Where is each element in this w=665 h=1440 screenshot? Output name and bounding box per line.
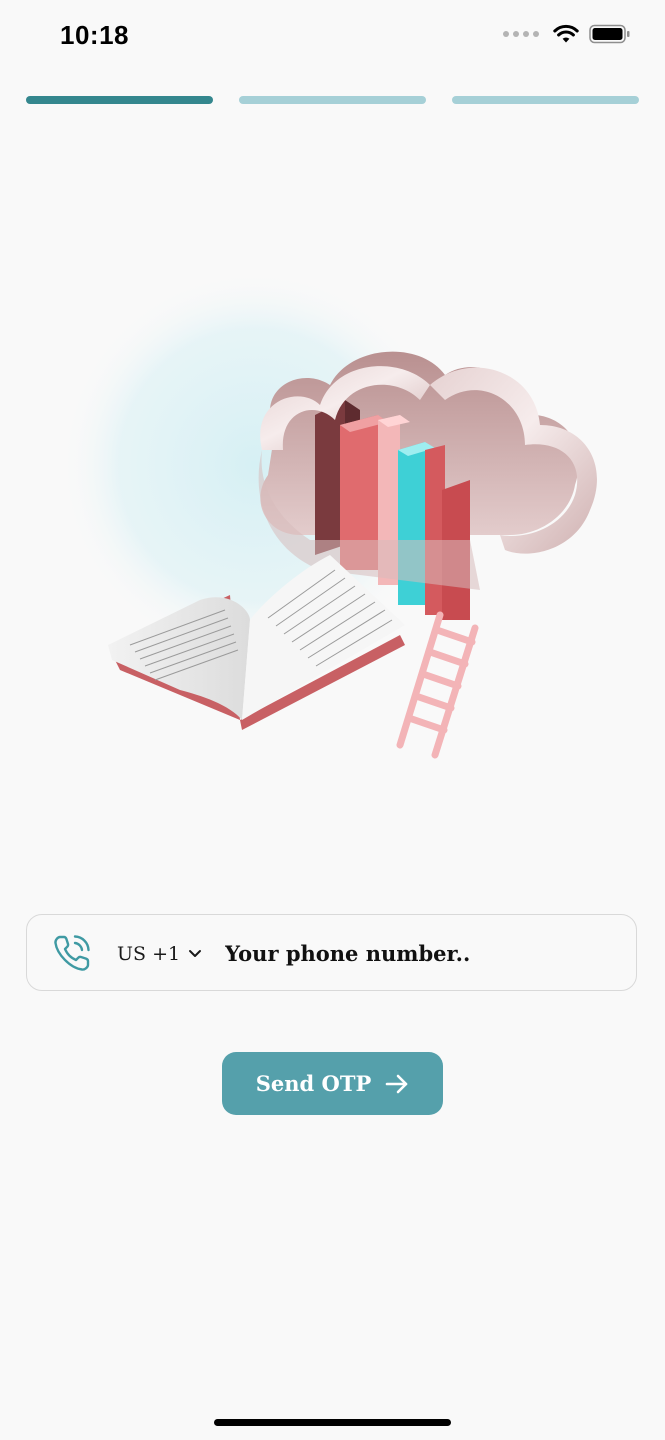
send-otp-button[interactable]: Send OTP xyxy=(222,1052,443,1115)
cloud-library-illustration xyxy=(60,270,597,759)
battery-icon xyxy=(589,24,630,44)
wifi-icon xyxy=(553,24,579,43)
ladder-icon xyxy=(396,611,479,759)
country-code-selector[interactable]: US +1 xyxy=(117,915,202,992)
home-indicator[interactable] xyxy=(214,1419,451,1426)
status-icons xyxy=(503,24,631,44)
phone-number-input[interactable] xyxy=(225,933,615,973)
step-progress xyxy=(26,96,639,104)
cellular-signal-icon xyxy=(503,31,539,37)
status-bar: 10:18 xyxy=(0,0,665,72)
progress-step-3 xyxy=(452,96,639,104)
phone-input-box: US +1 xyxy=(26,914,637,991)
phone-icon xyxy=(54,935,90,971)
arrow-right-icon xyxy=(385,1074,408,1093)
progress-step-1 xyxy=(26,96,213,104)
send-otp-label: Send OTP xyxy=(255,1071,372,1096)
chevron-down-icon xyxy=(189,949,202,957)
progress-step-2 xyxy=(239,96,426,104)
status-time: 10:18 xyxy=(60,20,129,50)
country-code-label: US +1 xyxy=(117,942,181,965)
